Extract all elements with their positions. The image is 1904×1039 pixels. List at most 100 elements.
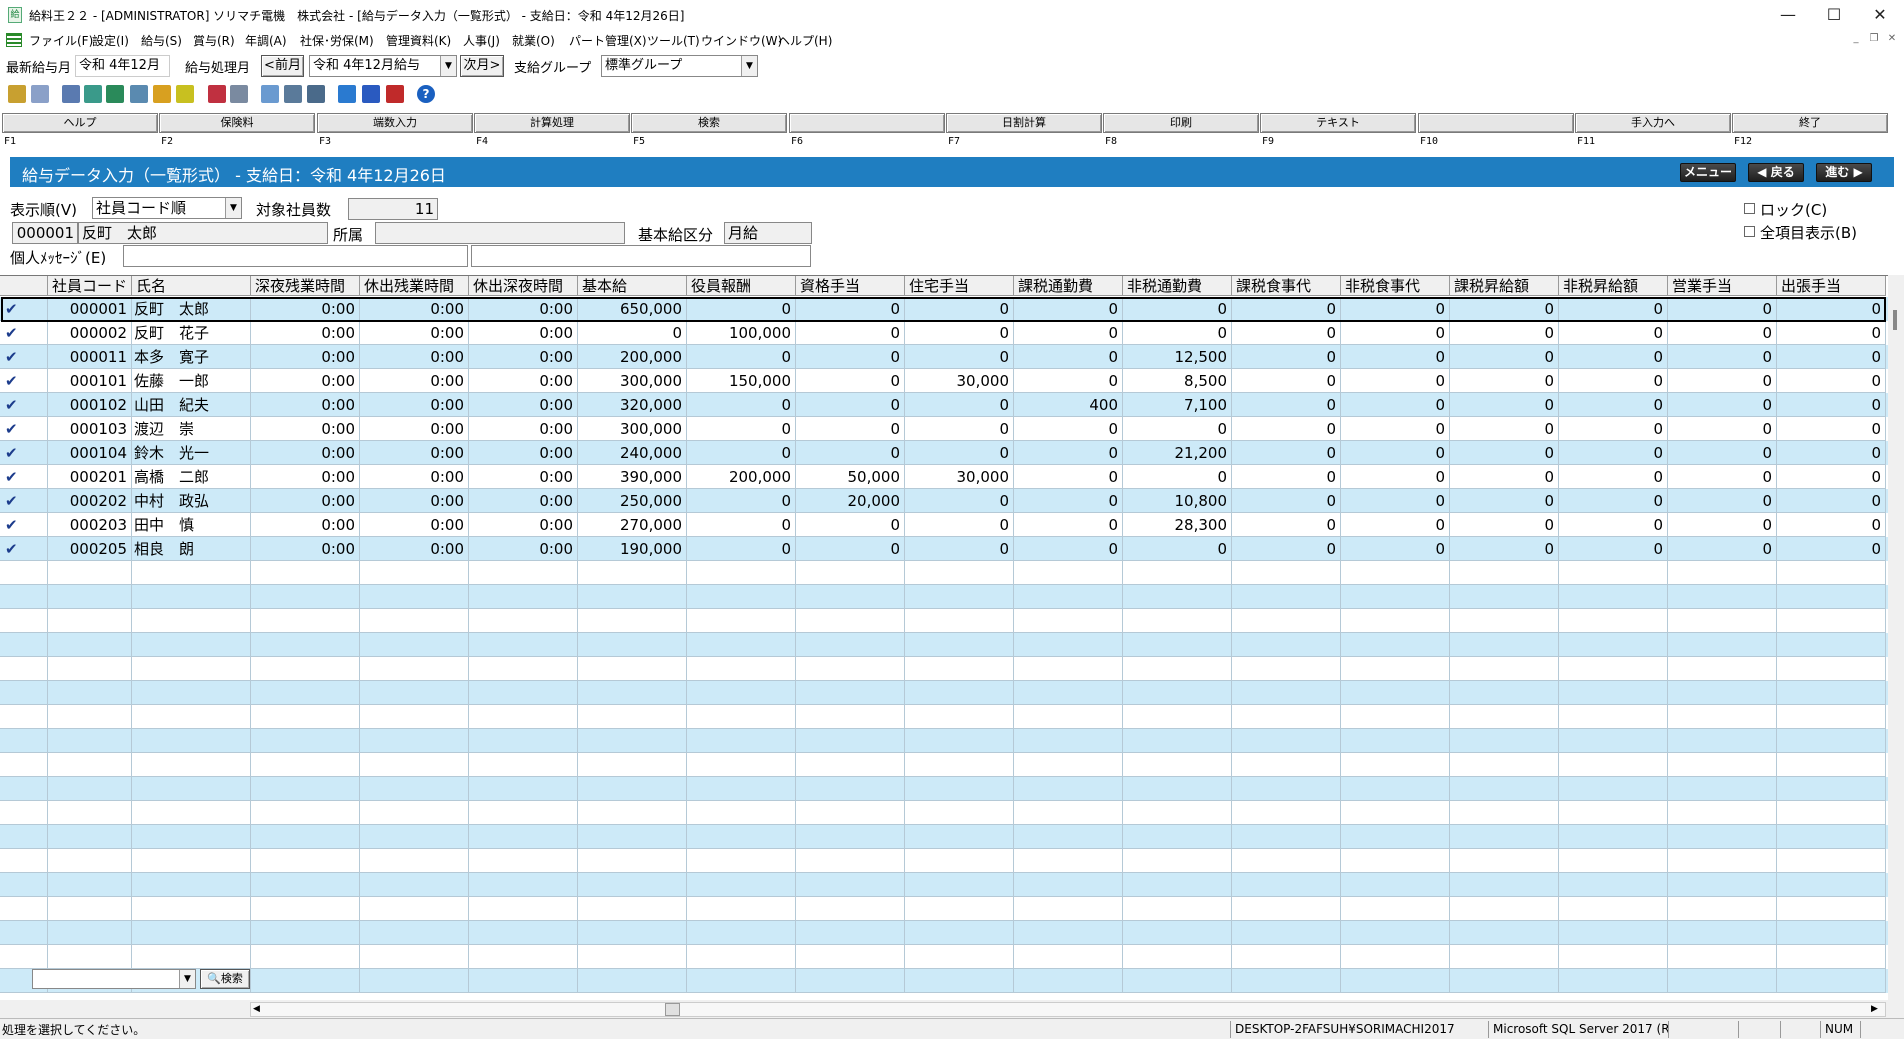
name-cell[interactable] xyxy=(132,897,251,921)
value-cell[interactable] xyxy=(1014,681,1123,705)
value-cell[interactable]: 240,000 xyxy=(578,441,687,465)
employee-select-icon[interactable] xyxy=(8,85,26,103)
value-cell[interactable]: 0 xyxy=(1777,489,1886,513)
value-cell[interactable]: 0 xyxy=(905,441,1014,465)
menu-item-1[interactable]: 設定(I) xyxy=(92,32,129,49)
pay-group-select[interactable]: 標準グループ ▼ xyxy=(601,55,758,77)
value-cell[interactable] xyxy=(1559,921,1668,945)
value-cell[interactable]: 0:00 xyxy=(360,369,469,393)
value-cell[interactable] xyxy=(251,729,360,753)
export-icon[interactable] xyxy=(338,85,356,103)
value-cell[interactable]: 250,000 xyxy=(578,489,687,513)
value-cell[interactable] xyxy=(1777,897,1886,921)
value-cell[interactable] xyxy=(1123,585,1232,609)
value-cell[interactable]: 0 xyxy=(1014,369,1123,393)
row-check-cell[interactable] xyxy=(0,585,48,609)
table-row[interactable] xyxy=(0,849,1888,873)
value-cell[interactable] xyxy=(1450,849,1559,873)
value-cell[interactable] xyxy=(469,753,578,777)
name-cell[interactable] xyxy=(132,873,251,897)
value-cell[interactable] xyxy=(687,729,796,753)
name-cell[interactable] xyxy=(132,585,251,609)
row-check-cell[interactable] xyxy=(0,681,48,705)
value-cell[interactable] xyxy=(578,753,687,777)
value-cell[interactable] xyxy=(1450,777,1559,801)
value-cell[interactable] xyxy=(578,633,687,657)
value-cell[interactable]: 0 xyxy=(1450,297,1559,321)
value-cell[interactable] xyxy=(796,897,905,921)
column-header-5[interactable]: 休出深夜時間 xyxy=(469,276,578,296)
column-header-9[interactable]: 住宅手当 xyxy=(905,276,1014,296)
table-row[interactable]: ✔ 000205 相良 朗 0:00 0:00 0:00 190,000 0 0 0 0 0 0 0 0 0 0… xyxy=(0,537,1888,561)
value-cell[interactable]: 0 xyxy=(1232,537,1341,561)
value-cell[interactable]: 190,000 xyxy=(578,537,687,561)
value-cell[interactable] xyxy=(1559,609,1668,633)
value-cell[interactable]: 0 xyxy=(1232,345,1341,369)
value-cell[interactable] xyxy=(905,849,1014,873)
value-cell[interactable] xyxy=(1450,609,1559,633)
row-check-cell[interactable]: ✔ xyxy=(0,537,48,561)
value-cell[interactable] xyxy=(1777,633,1886,657)
value-cell[interactable] xyxy=(360,609,469,633)
value-cell[interactable] xyxy=(1777,801,1886,825)
value-cell[interactable] xyxy=(1014,633,1123,657)
row-check-cell[interactable] xyxy=(0,921,48,945)
code-cell[interactable] xyxy=(48,681,132,705)
value-cell[interactable]: 320,000 xyxy=(578,393,687,417)
value-cell[interactable]: 0 xyxy=(1341,417,1450,441)
value-cell[interactable] xyxy=(905,825,1014,849)
value-cell[interactable] xyxy=(1341,609,1450,633)
value-cell[interactable]: 0 xyxy=(1777,513,1886,537)
table-row[interactable] xyxy=(0,609,1888,633)
mdi-close-icon[interactable]: ✕ xyxy=(1884,32,1900,46)
value-cell[interactable]: 0:00 xyxy=(360,321,469,345)
row-check-cell[interactable] xyxy=(0,633,48,657)
value-cell[interactable] xyxy=(796,825,905,849)
fkey-button-f9[interactable]: テキスト xyxy=(1260,113,1416,133)
column-header-15[interactable]: 非税昇給額 xyxy=(1559,276,1668,296)
value-cell[interactable] xyxy=(1668,633,1777,657)
value-cell[interactable]: 28,300 xyxy=(1123,513,1232,537)
value-cell[interactable]: 0 xyxy=(1341,441,1450,465)
row-check-cell[interactable] xyxy=(0,657,48,681)
value-cell[interactable]: 0 xyxy=(687,441,796,465)
value-cell[interactable]: 0 xyxy=(1777,537,1886,561)
value-cell[interactable]: 0:00 xyxy=(469,369,578,393)
value-cell[interactable] xyxy=(687,561,796,585)
value-cell[interactable] xyxy=(1123,897,1232,921)
value-cell[interactable] xyxy=(1668,825,1777,849)
name-cell[interactable]: 田中 慎 xyxy=(132,513,251,537)
column-header-16[interactable]: 営業手当 xyxy=(1668,276,1777,296)
code-cell[interactable]: 000104 xyxy=(48,441,132,465)
value-cell[interactable]: 0 xyxy=(1341,489,1450,513)
value-cell[interactable] xyxy=(1341,633,1450,657)
value-cell[interactable] xyxy=(1123,753,1232,777)
value-cell[interactable] xyxy=(1668,777,1777,801)
value-cell[interactable] xyxy=(905,705,1014,729)
value-cell[interactable]: 0 xyxy=(1341,393,1450,417)
value-cell[interactable]: 0:00 xyxy=(360,393,469,417)
value-cell[interactable]: 0 xyxy=(1014,441,1123,465)
table-row[interactable] xyxy=(0,873,1888,897)
value-cell[interactable]: 0 xyxy=(1559,537,1668,561)
value-cell[interactable] xyxy=(1232,633,1341,657)
value-cell[interactable] xyxy=(1668,657,1777,681)
code-cell[interactable] xyxy=(48,585,132,609)
value-cell[interactable] xyxy=(1668,729,1777,753)
transfer-icon[interactable] xyxy=(153,85,171,103)
value-cell[interactable] xyxy=(796,561,905,585)
name-cell[interactable] xyxy=(132,801,251,825)
value-cell[interactable] xyxy=(1014,609,1123,633)
value-cell[interactable] xyxy=(469,969,578,993)
value-cell[interactable] xyxy=(1559,705,1668,729)
value-cell[interactable]: 0 xyxy=(687,489,796,513)
value-cell[interactable] xyxy=(1014,849,1123,873)
value-cell[interactable] xyxy=(469,561,578,585)
value-cell[interactable] xyxy=(905,609,1014,633)
value-cell[interactable]: 0 xyxy=(905,489,1014,513)
value-cell[interactable] xyxy=(1668,849,1777,873)
value-cell[interactable] xyxy=(251,825,360,849)
name-cell[interactable]: 中村 政弘 xyxy=(132,489,251,513)
value-cell[interactable] xyxy=(1559,657,1668,681)
value-cell[interactable] xyxy=(1123,849,1232,873)
